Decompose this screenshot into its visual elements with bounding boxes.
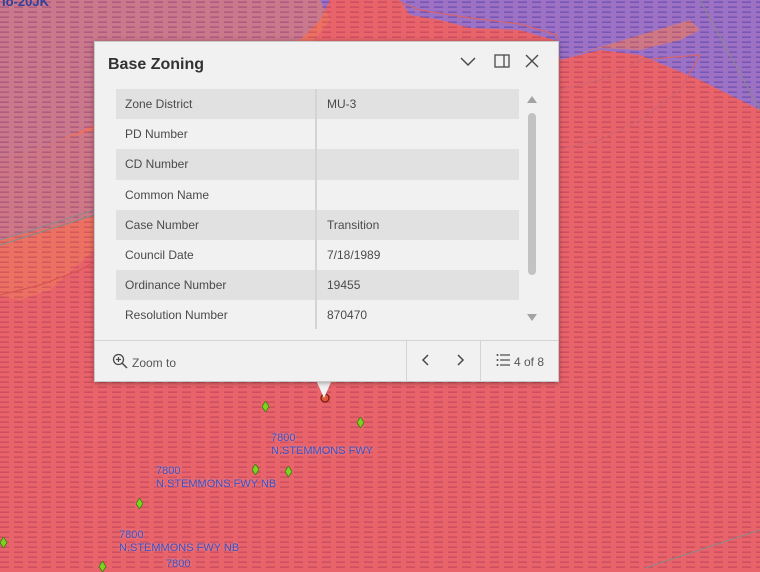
attribute-table[interactable]: Zone District MU-3 PD Number CD Number C… <box>116 89 519 329</box>
field-label: Case Number <box>116 209 317 240</box>
feature-count: 4 of 8 <box>513 354 545 369</box>
popup-title: Base Zoning <box>108 56 205 73</box>
collapse-button[interactable] <box>458 53 478 73</box>
feature-count-button[interactable]: 4 of 8 <box>480 341 559 382</box>
chevron-down-icon <box>460 54 476 72</box>
map-marker-icon[interactable] <box>357 417 364 428</box>
next-feature-button[interactable] <box>443 341 479 382</box>
list-icon <box>496 353 510 370</box>
address-number: 7800 <box>166 558 191 570</box>
table-row: Common Name <box>116 179 519 210</box>
scroll-up-arrow-icon[interactable] <box>527 96 537 103</box>
zoom-to-button[interactable]: Zoom to <box>112 353 176 372</box>
field-label: Resolution Number <box>116 300 317 329</box>
street-name: N.STEMMONS FWY NB <box>119 542 240 554</box>
address-number: 7800 <box>271 432 296 444</box>
field-value <box>317 149 519 179</box>
field-value: Transition <box>327 217 380 232</box>
map-address-label: 7800 <box>166 558 190 571</box>
chevron-right-icon <box>457 354 465 369</box>
field-value: 7/18/1989 <box>327 248 381 263</box>
map-marker-icon[interactable] <box>136 498 143 509</box>
table-row: Case Number Transition <box>116 209 519 240</box>
address-number: 7800 <box>156 465 181 477</box>
field-value: MU-3 <box>327 97 357 112</box>
table-row: Council Date 7/18/1989 <box>116 239 519 271</box>
dock-icon <box>494 53 510 73</box>
table-scrollbar[interactable] <box>523 89 540 329</box>
map-address-label: 7800 N.STEMMONS FWY <box>271 432 373 458</box>
map-marker-icon[interactable] <box>0 537 7 548</box>
field-label: PD Number <box>116 119 317 150</box>
field-label: Council Date <box>116 239 317 271</box>
map-address-label: 7800 N.STEMMONS FWY NB <box>156 465 276 491</box>
close-icon <box>525 54 539 73</box>
table-row: Resolution Number 870470 <box>116 300 519 329</box>
map-marker-icon[interactable] <box>99 561 106 572</box>
street-name: N.STEMMONS FWY NB <box>156 478 277 490</box>
popup-footer: Zoom to 4 of 8 <box>95 340 558 382</box>
map-address-label: 7800 N.STEMMONS FWY NB <box>119 529 239 555</box>
previous-feature-button[interactable] <box>406 341 443 382</box>
chevron-left-icon <box>421 354 429 369</box>
zoom-in-icon <box>112 353 128 372</box>
map-marker-icon[interactable] <box>285 466 292 477</box>
field-label: Common Name <box>116 179 317 210</box>
dock-button[interactable] <box>492 53 512 73</box>
field-label: Ordinance Number <box>116 270 317 301</box>
field-value: 870470 <box>327 308 368 323</box>
table-row: PD Number <box>116 119 519 150</box>
map-corner-label: lo-20JK <box>2 0 49 9</box>
address-number: 7800 <box>119 529 144 541</box>
field-value <box>317 119 519 149</box>
map-marker-icon[interactable] <box>262 401 269 412</box>
table-row: Zone District MU-3 <box>116 89 519 120</box>
field-label: Zone District <box>116 89 317 120</box>
table-row: CD Number <box>116 149 519 180</box>
popup-pointer <box>316 380 332 398</box>
field-label: CD Number <box>116 149 317 180</box>
field-value <box>317 180 519 210</box>
scrollbar-thumb[interactable] <box>528 113 536 275</box>
street-name: N.STEMMONS FWY <box>271 445 374 457</box>
field-value: 19455 <box>327 278 361 293</box>
zoom-to-label: Zoom to <box>132 355 177 370</box>
table-row: Ordinance Number 19455 <box>116 270 519 301</box>
close-button[interactable] <box>522 53 542 73</box>
feature-popup: Base Zoning Zone District MU-3 PD Number… <box>94 41 559 382</box>
scroll-down-arrow-icon[interactable] <box>527 314 537 321</box>
